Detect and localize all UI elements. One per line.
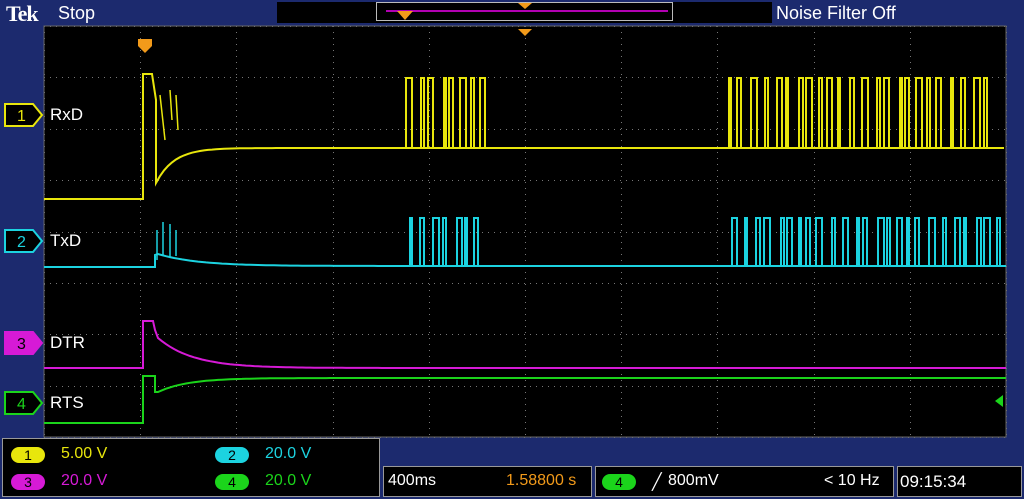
channel-1-marker[interactable]: 1	[4, 103, 44, 127]
channel-4-name: RTS	[50, 393, 84, 412]
channel-1-number: 1	[17, 108, 26, 125]
clock: 09:15:34	[900, 472, 967, 491]
trigger-slope-icon[interactable]: ╱	[652, 472, 662, 492]
ch2-txd-burst-1	[409, 217, 479, 266]
channel-4-marker[interactable]: 4	[4, 391, 44, 415]
waveform-display: 1 2 3 4	[4, 3, 1007, 438]
ch1-badge[interactable]: 1	[11, 447, 45, 463]
ch3-badge[interactable]: 3	[11, 474, 45, 490]
ch2-badge[interactable]: 2	[215, 447, 249, 463]
ch4-badge[interactable]: 4	[215, 474, 249, 490]
channel-2-number: 2	[17, 234, 26, 251]
ch3-scale[interactable]: 20.0 V	[61, 472, 107, 490]
channel-2-name: TxD	[50, 231, 82, 250]
trigger-source-badge[interactable]: 4	[602, 474, 636, 490]
timebase-position[interactable]: 1.58800 s	[506, 472, 576, 490]
clock-panel: 09:15:34	[897, 466, 1022, 497]
ch2-scale[interactable]: 20.0 V	[265, 445, 311, 463]
channel-3-marker[interactable]: 3	[4, 331, 44, 355]
timebase-panel[interactable]: 400ms 1.58800 s	[383, 466, 592, 497]
channel-3-name: DTR	[50, 333, 85, 352]
channel-scale-panel: 1 5.00 V 2 20.0 V 3 20.0 V 4 20.0 V	[2, 438, 380, 497]
view-center-marker-icon	[518, 3, 532, 9]
channel-4-number: 4	[17, 396, 26, 413]
trigger-level[interactable]: 800mV	[668, 472, 719, 490]
ch4-scale[interactable]: 20.0 V	[265, 472, 311, 490]
trigger-panel[interactable]: 4 ╱ 800mV < 10 Hz	[595, 466, 894, 497]
channel-1-name: RxD	[50, 105, 84, 124]
channel-3-number: 3	[17, 336, 26, 353]
trigger-frequency: < 10 Hz	[824, 472, 880, 489]
channel-2-marker[interactable]: 2	[4, 229, 44, 253]
timebase-scale[interactable]: 400ms	[388, 472, 436, 490]
trigger-position-marker-icon	[397, 11, 413, 20]
ch1-scale[interactable]: 5.00 V	[61, 445, 107, 463]
